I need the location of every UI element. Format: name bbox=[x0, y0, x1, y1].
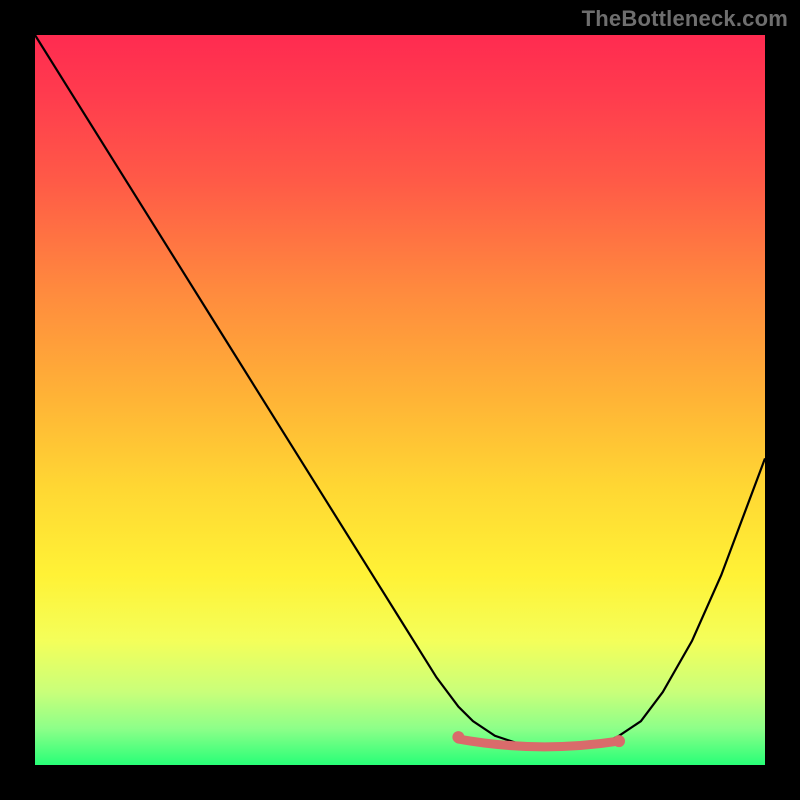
chart-frame: TheBottleneck.com bbox=[0, 0, 800, 800]
chart-svg bbox=[35, 35, 765, 765]
gradient-background bbox=[35, 35, 765, 765]
watermark-text: TheBottleneck.com bbox=[582, 6, 788, 32]
plot-area bbox=[35, 35, 765, 765]
